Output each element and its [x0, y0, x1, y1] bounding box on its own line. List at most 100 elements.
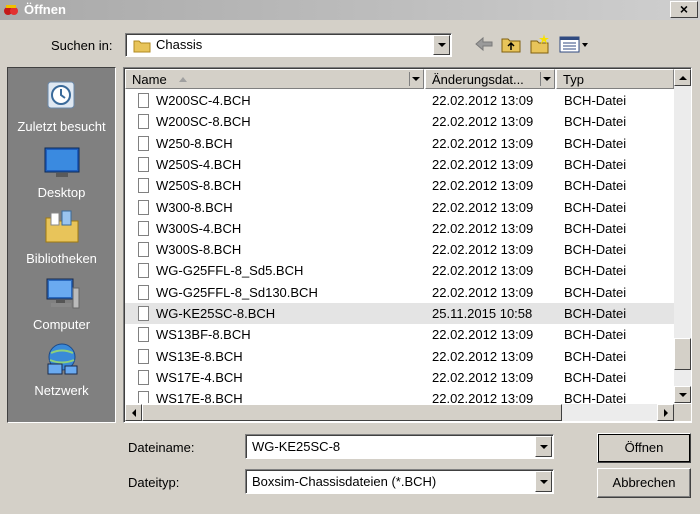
table-row[interactable]: W200SC-4.BCH 22.02.2012 13:09 BCH-Datei	[125, 90, 674, 111]
table-row[interactable]: WS17E-8.BCH 22.02.2012 13:09 BCH-Datei	[125, 388, 674, 403]
scroll-down-button[interactable]	[674, 386, 691, 403]
file-type: BCH-Datei	[564, 242, 627, 258]
open-button[interactable]: Öffnen	[597, 433, 691, 463]
chevron-down-icon	[437, 43, 446, 47]
file-name: W300S-8.BCH	[156, 242, 242, 258]
vertical-scrollbar[interactable]	[674, 69, 691, 403]
close-icon: ×	[679, 1, 689, 17]
chevron-up-icon	[678, 75, 687, 80]
file-name: W250S-4.BCH	[156, 156, 242, 172]
scroll-left-button[interactable]	[125, 404, 142, 421]
network-icon	[47, 343, 77, 375]
scroll-up-button[interactable]	[674, 69, 691, 86]
file-name: WG-KE25SC-8.BCH	[156, 306, 276, 321]
table-row[interactable]: WS17E-4.BCH 22.02.2012 13:09 BCH-Datei	[125, 367, 674, 388]
file-type: BCH-Datei	[564, 135, 627, 151]
column-header-label: Name	[132, 72, 167, 87]
file-icon	[138, 263, 149, 279]
close-button[interactable]: ×	[670, 1, 698, 18]
view-menu-icon[interactable]	[558, 33, 590, 55]
table-row[interactable]: WS13E-8.BCH 22.02.2012 13:09 BCH-Datei	[125, 346, 674, 367]
column-filter-button[interactable]	[409, 72, 421, 86]
file-type: BCH-Datei	[564, 263, 627, 279]
file-date: 22.02.2012 13:09	[432, 93, 534, 108]
recent-places-icon	[47, 81, 74, 109]
table-row[interactable]: W250S-4.BCH 22.02.2012 13:09 BCH-Datei	[125, 154, 674, 175]
filetype-value: Boxsim-Chassisdateien (*.BCH)	[252, 474, 437, 489]
place-recent[interactable]: Zuletzt besucht	[8, 76, 115, 134]
file-name: WS13BF-8.BCH	[156, 327, 251, 343]
vertical-scroll-thumb[interactable]	[674, 338, 691, 370]
table-row[interactable]: WG-G25FFL-8_Sd5.BCH 22.02.2012 13:09 BCH-D…	[125, 260, 674, 281]
place-label: Netzwerk	[34, 383, 89, 398]
file-type: BCH-Datei	[564, 369, 627, 385]
look-in-combo[interactable]: Chassis	[125, 33, 452, 57]
table-row[interactable]: W300S-4.BCH 22.02.2012 13:09 BCH-Datei	[125, 218, 674, 239]
file-date: 22.02.2012 13:09	[432, 178, 534, 194]
table-row[interactable]: WG-G25FFL-8_Sd130.BCH 22.02.2012 13:09 BCH…	[125, 282, 674, 303]
up-folder-icon[interactable]	[500, 33, 522, 55]
table-row[interactable]: WG-KE25SC-8.BCH 25.11.2015 10:58 BCH-Datei	[125, 303, 674, 325]
filename-dropdown-button[interactable]	[535, 436, 552, 457]
file-type: BCH-Datei	[564, 199, 627, 215]
file-date: 22.02.2012 13:09	[432, 327, 534, 343]
look-in-dropdown-button[interactable]	[433, 35, 450, 55]
new-folder-icon[interactable]	[529, 33, 551, 55]
file-list[interactable]: Name Änderungsdat... Typ W200SC-4.BCH 22.…	[123, 67, 692, 423]
scroll-right-button[interactable]	[657, 404, 674, 421]
file-type: BCH-Datei	[564, 327, 627, 343]
place-desktop[interactable]: Desktop	[8, 142, 115, 200]
file-icon	[138, 114, 149, 130]
file-name: WS13E-8.BCH	[156, 348, 243, 364]
place-computer[interactable]: Computer	[8, 274, 115, 332]
place-label: Computer	[32, 317, 91, 332]
scroll-corner	[674, 404, 691, 421]
desktop-icon	[44, 147, 79, 177]
column-header-name[interactable]: Name	[125, 69, 424, 89]
filetype-dropdown-button[interactable]	[535, 471, 552, 492]
table-row[interactable]: W250S-8.BCH 22.02.2012 13:09 BCH-Datei	[125, 175, 674, 196]
app-icon	[4, 5, 18, 15]
horizontal-scroll-thumb[interactable]	[142, 404, 562, 421]
file-icon	[138, 199, 149, 215]
place-libraries[interactable]: Bibliotheken	[8, 208, 115, 266]
table-row[interactable]: W250-8.BCH 22.02.2012 13:09 BCH-Datei	[125, 133, 674, 154]
column-header-type[interactable]: Typ	[556, 69, 674, 89]
file-icon	[138, 284, 149, 300]
horizontal-scrollbar[interactable]	[125, 404, 674, 421]
cancel-button[interactable]: Abbrechen	[597, 468, 691, 498]
filename-combo[interactable]: WG-KE25SC-8	[245, 434, 554, 459]
chevron-down-icon	[542, 77, 551, 81]
column-header-date[interactable]: Änderungsdat...	[425, 69, 555, 89]
table-row[interactable]: W300-8.BCH 22.02.2012 13:09 BCH-Datei	[125, 197, 674, 218]
chevron-down-icon	[539, 444, 548, 449]
column-header-label: Änderungsdat...	[432, 72, 524, 87]
file-date: 22.02.2012 13:09	[432, 135, 534, 151]
table-row[interactable]: W300S-8.BCH 22.02.2012 13:09 BCH-Datei	[125, 239, 674, 260]
title-bar: Öffnen ×	[0, 0, 700, 20]
back-arrow-icon[interactable]	[473, 33, 495, 55]
file-icon	[138, 135, 149, 151]
look-in-label: Suchen in:	[51, 38, 113, 53]
file-type: BCH-Datei	[564, 391, 627, 403]
file-date: 22.02.2012 13:09	[432, 114, 534, 130]
file-type: BCH-Datei	[564, 220, 627, 236]
file-type: BCH-Datei	[564, 93, 627, 108]
file-name: W300-8.BCH	[156, 199, 233, 215]
file-type: BCH-Datei	[564, 348, 627, 364]
file-icon	[138, 93, 149, 108]
table-row[interactable]: W200SC-8.BCH 22.02.2012 13:09 BCH-Datei	[125, 111, 674, 132]
file-date: 22.02.2012 13:09	[432, 220, 534, 236]
file-date: 22.02.2012 13:09	[432, 369, 534, 385]
file-type: BCH-Datei	[564, 178, 627, 194]
table-row[interactable]: WS13BF-8.BCH 22.02.2012 13:09 BCH-Datei	[125, 324, 674, 345]
filename-input[interactable]: WG-KE25SC-8	[252, 439, 340, 454]
chevron-down-icon	[411, 77, 420, 81]
column-filter-button[interactable]	[540, 72, 552, 86]
place-label: Zuletzt besucht	[17, 119, 106, 134]
place-network[interactable]: Netzwerk	[8, 340, 115, 398]
file-rows: W200SC-4.BCH 22.02.2012 13:09 BCH-Datei W20…	[125, 90, 674, 403]
filetype-select[interactable]: Boxsim-Chassisdateien (*.BCH)	[245, 469, 554, 494]
folder-icon	[133, 40, 151, 53]
places-bar: Zuletzt besucht Desktop Bibliotheken Com…	[7, 67, 116, 423]
